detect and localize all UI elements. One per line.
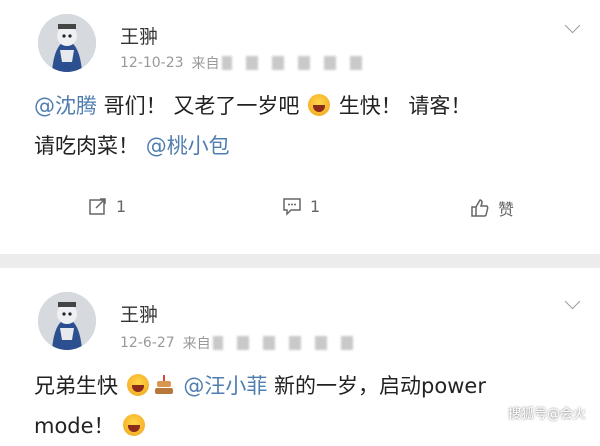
blurred-source	[236, 336, 249, 350]
comment-count: 1	[310, 196, 321, 216]
post-text: 请吃肉菜！	[34, 134, 146, 158]
post-date: 12-10-23	[120, 55, 184, 71]
post-text: 兄弟生快	[34, 374, 118, 398]
post-meta: 12-10-23 来自	[120, 53, 362, 73]
laugh-emoji	[308, 94, 331, 116]
laugh-emoji	[123, 414, 146, 436]
comment-icon	[283, 198, 301, 216]
blurred-source	[262, 336, 275, 350]
post-text: 新的一岁，启动power	[267, 374, 486, 398]
username[interactable]: 王翀	[120, 300, 158, 327]
share-count: 1	[116, 196, 127, 216]
blurred-source	[297, 56, 310, 70]
like-label: 赞	[498, 200, 515, 219]
blurred-source	[314, 336, 327, 350]
mention-link[interactable]: @汪小菲	[183, 374, 267, 398]
blurred-source	[349, 56, 362, 70]
chevron-down-icon[interactable]	[564, 293, 581, 310]
blurred-source	[221, 56, 232, 70]
blurred-source	[323, 56, 336, 70]
post-body: @沈腾 哥们！ 又老了一岁吧 生快！ 请客！ 请吃肉菜！ @桃小包	[34, 86, 580, 166]
post-body: 兄弟生快 @汪小菲 新的一岁，启动power mode！	[34, 366, 580, 446]
post-meta: 12-6-27 来自	[120, 333, 353, 353]
avatar[interactable]	[38, 14, 96, 72]
blurred-source	[245, 56, 258, 70]
post-card: 王翀 12-10-23 来自 @沈腾 哥们！ 又老了一岁吧 生快！ 请客！ 请吃…	[0, 0, 600, 254]
username[interactable]: 王翀	[120, 22, 158, 49]
laugh-emoji	[126, 374, 149, 396]
post-separator	[0, 254, 600, 268]
blurred-source	[340, 336, 353, 350]
share-button[interactable]: 1	[88, 196, 126, 216]
blurred-source	[271, 56, 284, 70]
post-actions: 1 1 赞	[0, 190, 600, 230]
source-label: 来自	[182, 336, 211, 352]
post-text: mode！	[34, 414, 115, 438]
like-icon	[471, 199, 489, 217]
chevron-down-icon[interactable]	[564, 17, 581, 34]
comment-button[interactable]: 1	[282, 196, 320, 216]
blurred-source	[212, 336, 223, 350]
like-button[interactable]: 赞	[470, 196, 514, 220]
source-label: 来自	[191, 56, 220, 72]
blurred-source	[288, 336, 301, 350]
post-date: 12-6-27	[120, 335, 175, 351]
post-text: 生快！ 请客！	[332, 94, 472, 118]
cake-emoji	[153, 374, 175, 396]
post-text: 哥们！ 又老了一岁吧	[97, 94, 300, 118]
watermark: 搜狐号@会火	[507, 407, 586, 422]
mention-link[interactable]: @桃小包	[146, 134, 230, 158]
avatar[interactable]	[38, 292, 96, 350]
mention-link[interactable]: @沈腾	[34, 94, 97, 118]
share-icon	[89, 198, 106, 215]
